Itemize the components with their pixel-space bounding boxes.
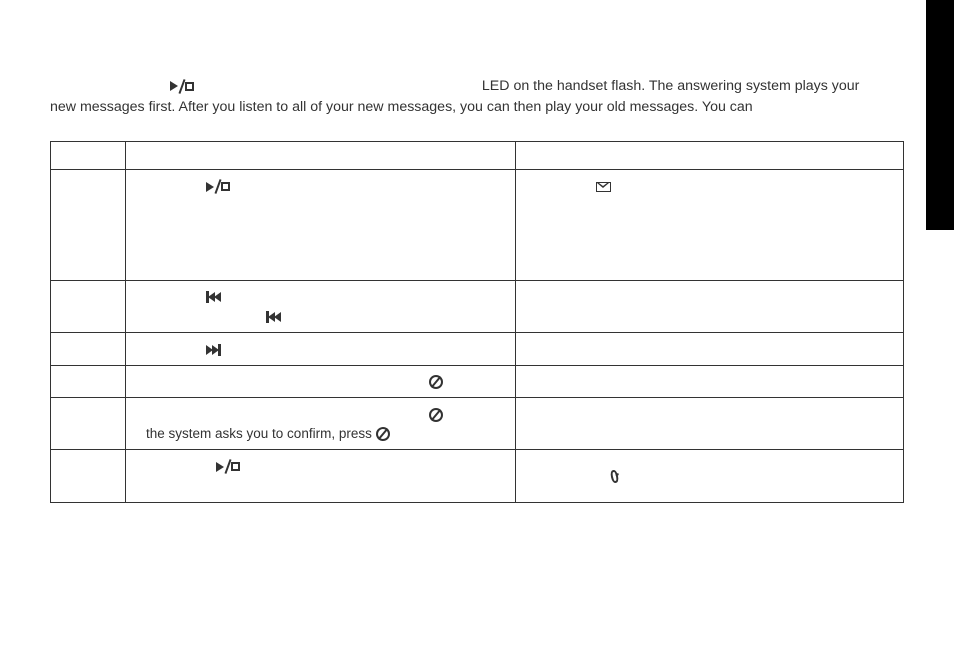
row-stop-col2 (126, 450, 516, 502)
row-rewind-col1 (51, 281, 126, 333)
confirm-text: the system asks you to confirm, press (146, 426, 376, 441)
table-row-confirm: the system asks you to confirm, press (51, 398, 904, 450)
controls-table: the system asks you to confirm, press (50, 141, 904, 502)
rewind-icon (266, 311, 281, 323)
row-rewind-col2 (126, 281, 516, 333)
intro-text-line2: new messages first. After you listen to … (50, 97, 904, 118)
envelope-icon (596, 182, 611, 192)
row-play-col3 (516, 170, 904, 281)
play-stop-icon (170, 80, 194, 93)
header-cell-2 (126, 142, 516, 170)
cancel-icon (429, 408, 443, 422)
intro-paragraph: LED on the handset flash. The answering … (50, 76, 904, 117)
row-cancel1-col1 (51, 365, 126, 398)
row-confirm-col3 (516, 398, 904, 450)
intro-text-line1: LED on the handset flash. The answering … (482, 78, 860, 94)
row-rewind-col3 (516, 281, 904, 333)
row-forward-col3 (516, 333, 904, 366)
row-forward-col2 (126, 333, 516, 366)
row-confirm-col1 (51, 398, 126, 450)
page-content: LED on the handset flash. The answering … (0, 0, 954, 523)
cancel-icon (376, 427, 390, 441)
header-cell-3 (516, 142, 904, 170)
rewind-icon (206, 291, 221, 303)
table-row-rewind (51, 281, 904, 333)
table-header-row (51, 142, 904, 170)
row-stop-col3 (516, 450, 904, 502)
row-play-col1 (51, 170, 126, 281)
row-cancel1-col2 (126, 365, 516, 398)
table-row-stop (51, 450, 904, 502)
row-cancel1-col3 (516, 365, 904, 398)
play-stop-icon (206, 180, 230, 193)
cancel-icon (429, 375, 443, 389)
forward-icon (206, 344, 221, 356)
phone-icon (610, 470, 620, 484)
row-stop-col1 (51, 450, 126, 502)
side-black-bar (926, 0, 954, 230)
row-forward-col1 (51, 333, 126, 366)
table-row-play (51, 170, 904, 281)
header-cell-1 (51, 142, 126, 170)
row-confirm-col2: the system asks you to confirm, press (126, 398, 516, 450)
row-play-col2 (126, 170, 516, 281)
table-row-cancel1 (51, 365, 904, 398)
table-row-forward (51, 333, 904, 366)
play-stop-icon (216, 460, 240, 473)
